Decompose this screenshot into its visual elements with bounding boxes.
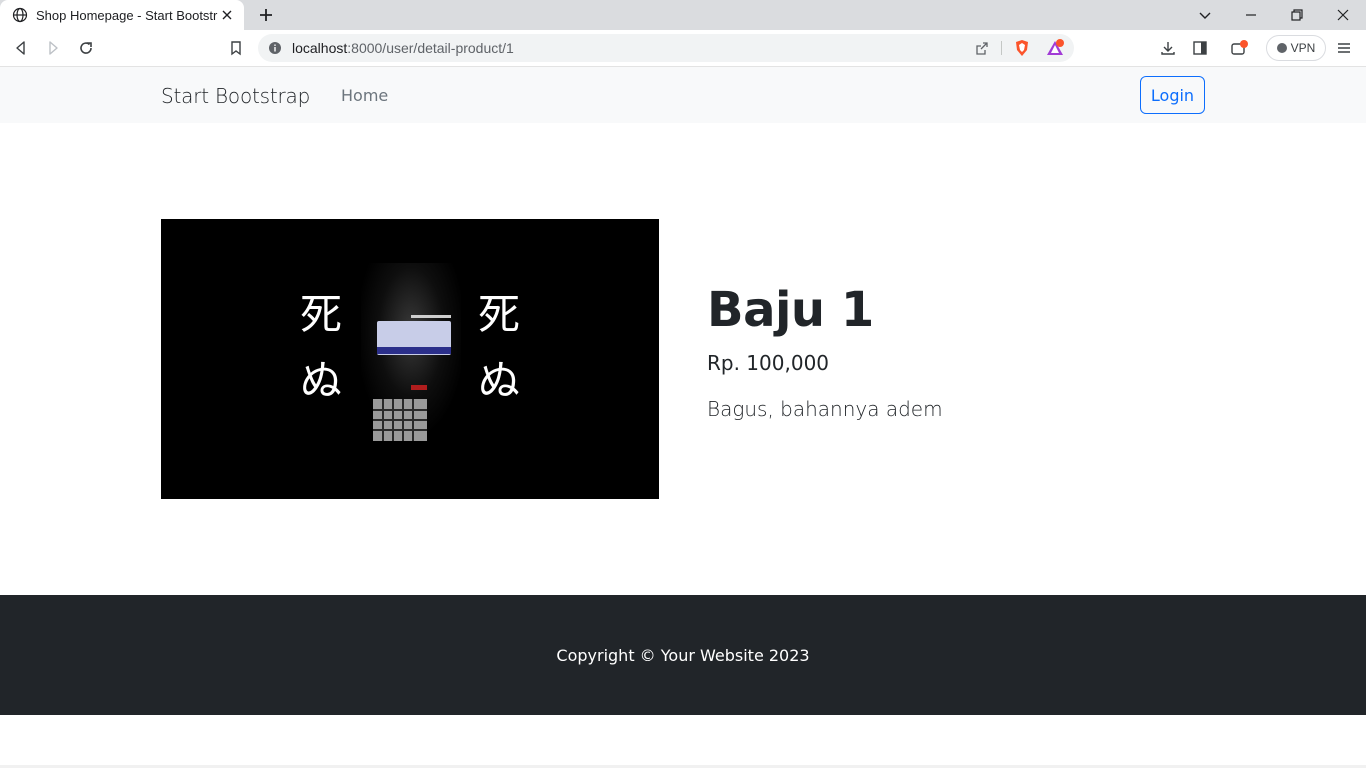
site-navbar: Start Bootstrap Home Login [0,67,1366,123]
wallet-icon[interactable] [1230,39,1248,57]
image-text-right-1: 死 [478,290,520,339]
product-photo-artwork: 死 ぬ 死 ぬ [161,219,659,499]
brave-shields-icon[interactable] [1013,39,1031,57]
bookmark-icon[interactable] [227,39,245,57]
address-bar[interactable]: localhost:8000/user/detail-product/1 [258,34,1074,62]
browser-tabstrip: Shop Homepage - Start Bootstrap [0,0,1366,30]
image-text-right-2: ぬ [478,356,520,405]
new-tab-icon[interactable] [256,5,276,25]
sidebar-icon[interactable] [1191,39,1209,57]
share-icon[interactable] [974,39,992,57]
url-path: :8000/user/detail-product/1 [347,40,514,56]
menu-icon[interactable] [1335,39,1353,57]
brave-rewards-icon[interactable] [1046,39,1064,57]
navbar-brand[interactable]: Start Bootstrap [161,84,310,108]
browser-tab[interactable]: Shop Homepage - Start Bootstrap [0,0,244,30]
tab-search-chevron-icon[interactable] [1195,5,1215,25]
url-text: localhost:8000/user/detail-product/1 [292,40,514,56]
image-text-left-1: 死 [300,290,342,339]
globe-icon [12,7,28,23]
vpn-button[interactable]: VPN [1266,35,1326,61]
close-tab-icon[interactable] [220,8,234,22]
product-description: Bagus, bahannya adem [707,397,943,421]
download-icon[interactable] [1159,39,1177,57]
tab-title: Shop Homepage - Start Bootstrap [36,7,218,23]
image-text-left-2: ぬ [300,356,342,405]
vpn-label: VPN [1290,41,1316,55]
back-icon[interactable] [12,39,30,57]
footer-copyright: Copyright © Your Website 2023 [556,646,810,665]
red-light [411,385,427,390]
product-image: 死 ぬ 死 ぬ [161,219,659,499]
url-separator [1001,41,1002,55]
ceiling-light [411,315,451,318]
site-info-icon[interactable] [268,41,282,55]
minimize-icon[interactable] [1241,5,1261,25]
restore-icon[interactable] [1287,5,1307,25]
station-sign-stripe [377,347,451,354]
nav-link-home[interactable]: Home [341,86,388,105]
url-host: localhost [292,40,348,56]
forward-icon[interactable] [44,39,62,57]
close-window-icon[interactable] [1333,5,1353,25]
reload-icon[interactable] [77,39,95,57]
vpn-status-icon [1276,43,1287,53]
site-footer: Copyright © Your Website 2023 [0,595,1366,715]
product-title: Baju 1 [707,282,874,338]
product-price: Rp. 100,000 [707,351,830,375]
login-button[interactable]: Login [1140,76,1205,114]
browser-toolbar: localhost:8000/user/detail-product/1 VPN [0,30,1366,67]
